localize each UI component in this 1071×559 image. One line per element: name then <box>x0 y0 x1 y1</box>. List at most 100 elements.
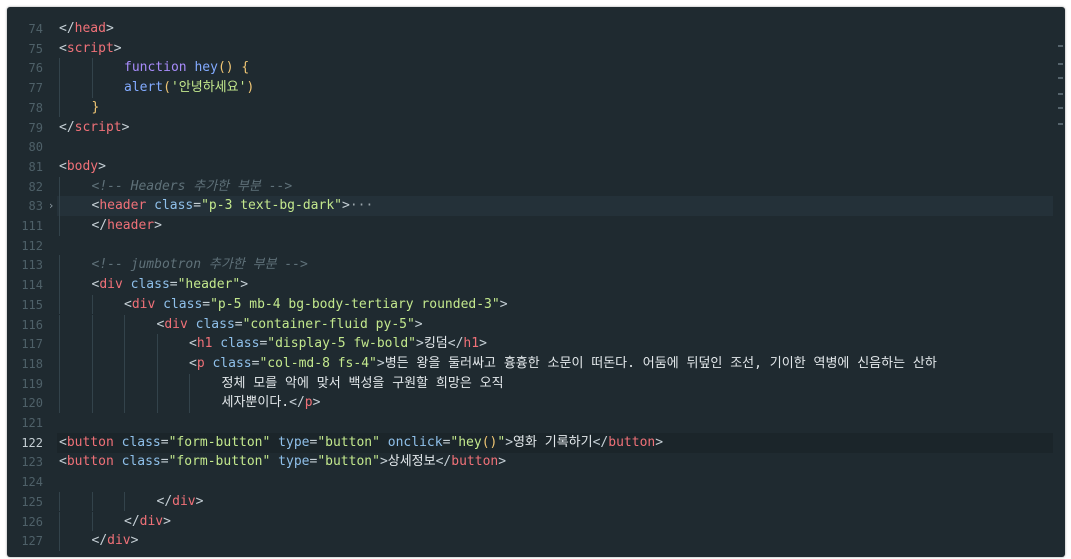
indent-guide <box>91 511 93 532</box>
code-line[interactable] <box>59 137 1053 157</box>
code-area[interactable]: </head> <script> function hey() {alert('안녕… <box>57 7 1053 557</box>
line-number[interactable]: 78 <box>7 98 43 118</box>
code-token-punct: = <box>234 316 243 332</box>
line-number[interactable]: 119 <box>7 374 43 394</box>
code-token-str: "form-button" <box>168 454 271 470</box>
indent-guide <box>124 334 125 354</box>
code-token-punct: </ <box>91 218 108 233</box>
code-line[interactable]: <div class="p-5 mb-4 bg-body-tertiary ro… <box>124 295 1053 315</box>
minimap-scrollbar[interactable] <box>1055 7 1065 557</box>
indent-guide <box>124 491 125 512</box>
line-number[interactable]: 126 <box>7 512 43 532</box>
line-number[interactable]: 113 <box>7 255 43 275</box>
line-number[interactable]: 83 <box>7 196 43 216</box>
code-token-text: 세자뿐이다. <box>221 395 290 411</box>
code-token-attr: type <box>270 434 310 450</box>
indent-guide <box>91 393 93 413</box>
line-number[interactable]: 117 <box>7 334 43 354</box>
line-number[interactable]: 127 <box>7 531 43 551</box>
line-number[interactable]: 81 <box>7 157 43 177</box>
code-line[interactable] <box>59 472 1053 492</box>
code-line[interactable]: <!-- jumbotron 추가한 부분 --> <box>92 255 1054 275</box>
line-number[interactable]: 114 <box>7 275 43 295</box>
code-line[interactable]: </div> <box>157 492 1054 512</box>
code-token-attr: onclick <box>379 434 443 450</box>
line-number[interactable]: 116 <box>7 315 43 335</box>
code-token-punct: > <box>655 434 664 450</box>
code-token-str: "p-5 mb-4 bg-body-tertiary rounded-3" <box>210 296 500 312</box>
code-token-tagname: header <box>99 198 147 214</box>
line-number[interactable]: 125 <box>7 492 43 512</box>
indent-guide <box>59 294 60 315</box>
line-number[interactable]: 80 <box>7 137 43 157</box>
line-number[interactable]: 124 <box>7 472 43 492</box>
code-line[interactable]: </head> <box>59 19 1053 39</box>
code-line[interactable]: <button class="form-button" type="button… <box>59 433 1053 453</box>
code-token-punct: > <box>498 454 507 470</box>
code-line[interactable] <box>59 413 1053 433</box>
code-line[interactable]: <script> <box>59 39 1053 59</box>
code-line[interactable]: <div class="container-fluid py-5"> <box>157 315 1054 335</box>
line-number[interactable]: 121 <box>7 413 43 433</box>
code-token-tagname: body <box>66 158 99 174</box>
line-number[interactable]: 77 <box>7 78 43 98</box>
line-number[interactable]: 122 <box>7 433 43 453</box>
code-token-text: 영화 기록하기 <box>513 434 593 450</box>
code-token-punct: < <box>59 40 67 56</box>
code-token-str: "button" <box>317 434 380 450</box>
code-token-punct: > <box>163 513 171 529</box>
code-line[interactable]: </div> <box>124 512 1053 532</box>
code-token-punct: </ <box>289 395 305 411</box>
code-line[interactable]: <h1 class="display-5 fw-bold">킹덤</h1> <box>189 334 1053 354</box>
code-line[interactable]: alert('안녕하세요') <box>124 78 1053 98</box>
line-number[interactable]: 76 <box>7 58 43 78</box>
code-line[interactable]: </div> <box>92 531 1054 551</box>
line-number[interactable]: 118 <box>7 354 43 374</box>
code-line[interactable]: 정체 모를 악에 맞서 백성을 구원할 희망은 오직 <box>222 374 1054 394</box>
line-number[interactable]: 74 <box>7 19 43 39</box>
indent-guide <box>59 334 60 354</box>
indent-guide <box>189 373 190 394</box>
code-line[interactable]: </script> <box>59 118 1053 138</box>
code-line[interactable] <box>59 236 1053 256</box>
code-line[interactable]: <p class="col-md-8 fs-4">병든 왕을 둘러싸고 흉흉한 … <box>189 354 1053 374</box>
code-line[interactable]: <header class="p-3 text-bg-dark">··· <box>92 196 1054 216</box>
indent-guide <box>91 491 93 512</box>
line-number[interactable]: 79 <box>7 118 43 138</box>
code-line[interactable]: <body> <box>59 157 1053 177</box>
code-token-cmt: <!-- jumbotron 추가한 부분 --> <box>91 257 308 273</box>
code-editor[interactable]: 74 75 76 77 78 79 80 81 82 83 111 112 113 114 115 116 11… <box>7 7 1065 557</box>
code-line[interactable]: 세자뿐이다.</p> <box>222 393 1054 413</box>
line-number[interactable]: 111 <box>7 216 43 236</box>
indent-guide <box>59 275 60 295</box>
code-line[interactable]: <button class="form-button" type="button… <box>59 452 1053 472</box>
line-number[interactable]: 120 <box>7 393 43 413</box>
minimap-marker <box>1058 77 1063 79</box>
line-number[interactable]: 123 <box>7 452 43 472</box>
code-token-tagname: button <box>66 454 114 470</box>
code-token-punct: < <box>59 454 67 470</box>
code-token-punct: > <box>379 454 388 470</box>
code-line[interactable]: <div class="header"> <box>92 275 1054 295</box>
code-line[interactable]: function hey() { <box>124 58 1053 78</box>
indent-guide <box>91 314 93 335</box>
code-token-str: "col-md-8 fs-4" <box>259 355 377 371</box>
code-token-punct: </ <box>124 513 140 529</box>
line-number[interactable]: 112 <box>7 236 43 256</box>
code-token-str: "header" <box>177 277 241 293</box>
code-token-punct: </ <box>59 21 75 36</box>
code-token-tagname: button <box>66 434 114 450</box>
line-number[interactable]: 75 <box>7 39 43 59</box>
minimap-marker <box>1058 107 1063 109</box>
code-token-punct: > <box>121 119 130 135</box>
code-line[interactable]: } <box>92 98 1054 118</box>
fold-chevron-icon[interactable]: › <box>45 196 57 216</box>
code-line[interactable]: <!-- Headers 추가한 부분 --> <box>92 177 1054 197</box>
code-line[interactable]: </header> <box>92 216 1054 236</box>
line-number[interactable]: 82 <box>7 177 43 197</box>
code-token-punct: > <box>154 218 162 233</box>
code-token-punct: > <box>414 316 423 332</box>
code-token-str: " <box>497 434 506 450</box>
line-number[interactable]: 115 <box>7 295 43 315</box>
indent-guide <box>124 353 125 374</box>
